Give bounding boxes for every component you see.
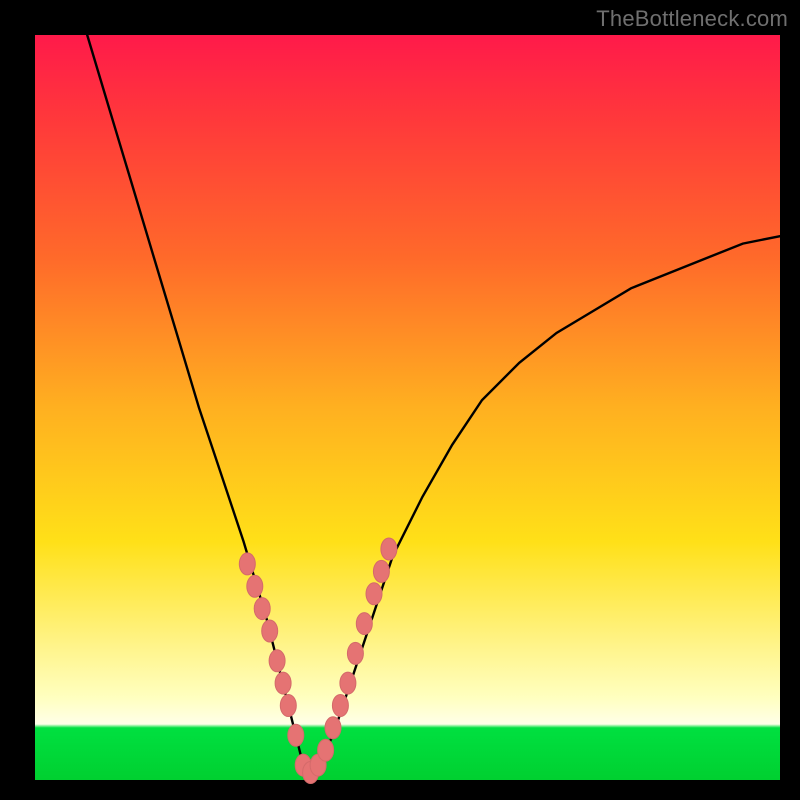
highlight-dot <box>340 672 356 694</box>
highlight-dot <box>280 695 296 717</box>
highlight-dot <box>247 575 263 597</box>
highlight-dot <box>288 724 304 746</box>
highlight-dot <box>381 538 397 560</box>
highlight-dot <box>347 642 363 664</box>
highlight-dot <box>373 560 389 582</box>
curve-layer <box>87 35 780 773</box>
highlight-dot <box>275 672 291 694</box>
highlight-dot <box>366 583 382 605</box>
highlight-dot <box>262 620 278 642</box>
highlight-dot <box>254 598 270 620</box>
highlight-dot <box>269 650 285 672</box>
highlight-dot <box>239 553 255 575</box>
chart-frame: TheBottleneck.com <box>0 0 800 800</box>
highlight-dot <box>356 613 372 635</box>
chart-svg <box>35 35 780 780</box>
plot-area <box>35 35 780 780</box>
bottleneck-curve <box>87 35 780 773</box>
highlight-dot <box>332 695 348 717</box>
highlight-dot <box>325 717 341 739</box>
watermark-text: TheBottleneck.com <box>596 6 788 32</box>
dots-layer <box>239 538 397 784</box>
highlight-dot <box>318 739 334 761</box>
